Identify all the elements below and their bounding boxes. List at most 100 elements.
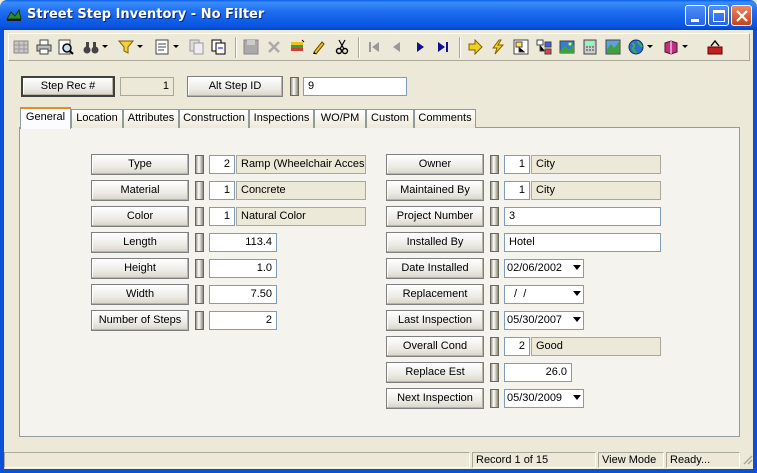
height-button[interactable]: Height <box>91 258 189 279</box>
web-button[interactable] <box>626 37 653 58</box>
tab-wo-pm[interactable]: WO/PM <box>314 109 366 128</box>
tab-comments[interactable]: Comments <box>414 109 476 128</box>
first-record-button[interactable] <box>364 37 385 58</box>
find-button[interactable] <box>81 37 108 58</box>
alt-step-id-lock[interactable] <box>290 77 299 96</box>
duplicate-button[interactable] <box>209 37 230 58</box>
color-code-field[interactable]: 1 <box>209 207 235 226</box>
chevron-down-icon[interactable] <box>573 291 581 297</box>
width-field[interactable]: 7.50 <box>209 285 277 304</box>
library-button[interactable] <box>661 37 688 58</box>
material-button[interactable]: Material <box>91 180 189 201</box>
save-button[interactable] <box>241 37 262 58</box>
chevron-down-icon[interactable] <box>573 395 581 401</box>
print-button[interactable] <box>34 37 55 58</box>
replace-est-lock[interactable] <box>490 363 499 382</box>
material-lock[interactable] <box>195 181 204 200</box>
date-installed-lock[interactable] <box>490 259 499 278</box>
tab-construction[interactable]: Construction <box>179 109 249 128</box>
next-record-button[interactable] <box>410 37 431 58</box>
image-button[interactable] <box>557 37 578 58</box>
report-button[interactable] <box>152 37 179 58</box>
replacement-button[interactable]: Replacement <box>386 284 484 305</box>
edit-button[interactable] <box>309 37 330 58</box>
owner-code-field[interactable]: 1 <box>504 155 530 174</box>
installed-by-lock[interactable] <box>490 233 499 252</box>
date-installed-field[interactable]: 02/06/2002 <box>504 259 584 278</box>
maintained-by-button[interactable]: Maintained By <box>386 180 484 201</box>
last-record-button[interactable] <box>433 37 454 58</box>
length-button[interactable]: Length <box>91 232 189 253</box>
tab-general[interactable]: General <box>20 107 71 129</box>
height-lock[interactable] <box>195 259 204 278</box>
type-button[interactable]: Type <box>91 154 189 175</box>
next-inspection-field[interactable]: 05/30/2009 <box>504 389 584 408</box>
grid-view-button[interactable] <box>11 37 32 58</box>
add-record-button[interactable] <box>287 37 308 58</box>
gis-map-button[interactable] <box>603 37 624 58</box>
color-lock[interactable] <box>195 207 204 226</box>
work-order-button[interactable] <box>488 37 509 58</box>
maximize-button[interactable] <box>708 5 729 26</box>
calculator-button[interactable] <box>580 37 601 58</box>
next-inspection-button[interactable]: Next Inspection <box>386 388 484 409</box>
last-inspection-lock[interactable] <box>490 311 499 330</box>
close-button[interactable] <box>731 5 752 26</box>
type-code-field[interactable]: 2 <box>209 155 235 174</box>
tab-location[interactable]: Location <box>71 109 123 128</box>
title-bar[interactable]: Street Step Inventory - No Filter <box>0 0 757 30</box>
project-number-field[interactable]: 3 <box>504 207 661 226</box>
last-inspection-field[interactable]: 05/30/2007 <box>504 311 584 330</box>
number-of-steps-button[interactable]: Number of Steps <box>91 310 189 331</box>
overall-cond-lock[interactable] <box>490 337 499 356</box>
length-lock[interactable] <box>195 233 204 252</box>
number-of-steps-lock[interactable] <box>195 311 204 330</box>
installed-by-field[interactable]: Hotel <box>504 233 661 252</box>
exit-button[interactable] <box>705 37 726 58</box>
print-preview-button[interactable] <box>56 37 77 58</box>
width-button[interactable]: Width <box>91 284 189 305</box>
tab-custom[interactable]: Custom <box>366 109 414 128</box>
step-rec-button[interactable]: Step Rec # <box>21 76 115 97</box>
tab-attributes[interactable]: Attributes <box>123 109 179 128</box>
next-inspection-lock[interactable] <box>490 389 499 408</box>
duplicate-icon <box>211 39 226 55</box>
installed-by-button[interactable]: Installed By <box>386 232 484 253</box>
overall-cond-code-field[interactable]: 2 <box>504 337 530 356</box>
color-button[interactable]: Color <box>91 206 189 227</box>
number-of-steps-field[interactable]: 2 <box>209 311 277 330</box>
goto-button[interactable] <box>465 37 486 58</box>
overall-cond-button[interactable]: Overall Cond <box>386 336 484 357</box>
owner-button[interactable]: Owner <box>386 154 484 175</box>
chevron-down-icon[interactable] <box>573 265 581 271</box>
width-lock[interactable] <box>195 285 204 304</box>
owner-lock[interactable] <box>490 155 499 174</box>
filter-button[interactable] <box>116 37 143 58</box>
material-code-field[interactable]: 1 <box>209 181 235 200</box>
last-inspection-button[interactable]: Last Inspection <box>386 310 484 331</box>
minimize-button[interactable] <box>685 5 706 26</box>
maintained-by-lock[interactable] <box>490 181 499 200</box>
type-lock[interactable] <box>195 155 204 174</box>
alt-step-id-field[interactable]: 9 <box>303 77 407 96</box>
cut-button[interactable] <box>332 37 353 58</box>
height-field[interactable]: 1.0 <box>209 259 277 278</box>
tab-inspections[interactable]: Inspections <box>249 109 314 128</box>
replace-est-field[interactable]: 26.0 <box>504 363 572 382</box>
alt-step-id-button[interactable]: Alt Step ID <box>187 76 283 97</box>
replace-est-button[interactable]: Replace Est <box>386 362 484 383</box>
project-number-button[interactable]: Project Number <box>386 206 484 227</box>
project-number-lock[interactable] <box>490 207 499 226</box>
delete-button[interactable] <box>264 37 285 58</box>
length-field[interactable]: 113.4 <box>209 233 277 252</box>
map-link-button[interactable] <box>511 37 532 58</box>
copy-record-button[interactable] <box>187 37 208 58</box>
hierarchy-button[interactable] <box>534 37 555 58</box>
previous-record-button[interactable] <box>387 37 408 58</box>
maintained-by-code-field[interactable]: 1 <box>504 181 530 200</box>
date-installed-button[interactable]: Date Installed <box>386 258 484 279</box>
chevron-down-icon[interactable] <box>573 317 581 323</box>
resize-grip-icon[interactable] <box>741 453 753 467</box>
replacement-lock[interactable] <box>490 285 499 304</box>
replacement-field[interactable]: / / <box>504 285 584 304</box>
